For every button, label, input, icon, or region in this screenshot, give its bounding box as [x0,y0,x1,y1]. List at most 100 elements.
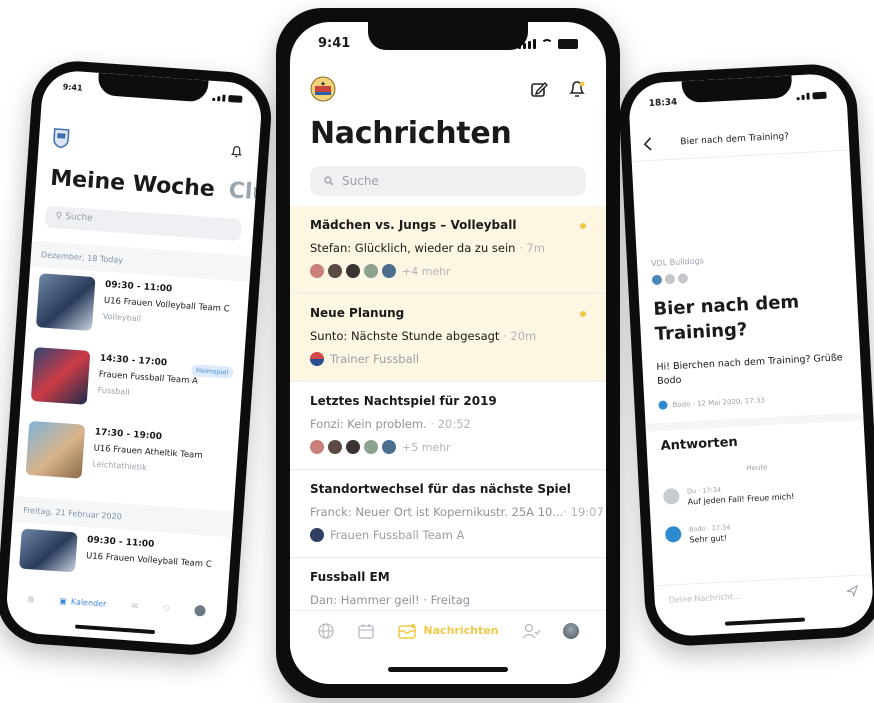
avatar [382,440,396,454]
event-name: Frauen Fussball Team A [98,369,199,387]
thread-meta: Bodo · 12 Mai 2020, 17:33 [658,395,765,410]
search-placeholder: Suche [342,174,379,188]
event-time: 17:30 - 19:00 [94,427,163,443]
message-title: Fussball EM [310,570,390,584]
messages-screen: 9:41 ◆ Nachrichten Suche Mädchen vs. Jun… [290,22,606,684]
event-item[interactable]: 17:30 - 19:00 U16 Frauen Atheltik Team L… [25,420,231,495]
participant-avatars [651,273,689,286]
search-placeholder: Suche [64,211,94,224]
event-thumbnail [30,347,91,405]
tab-messages-label: Nachrichten [423,624,499,637]
participant-avatars: +4 mehr [310,264,586,278]
thread-meta-text: Bodo · 12 Mai 2020, 17:33 [672,395,766,409]
notch [368,22,528,50]
unread-indicator [580,223,586,229]
team-avatar [310,528,324,542]
answers-heading: Antworten [660,434,739,454]
club-logo-icon[interactable]: ◆ [310,76,336,102]
message-item[interactable]: Letztes Nachtspiel für 2019 Fonzi: Kein … [290,382,606,470]
event-name: U16 Frauen Atheltik Team [93,443,203,462]
event-category: Volleyball [102,311,142,324]
status-time: 9:41 [62,82,83,93]
message-title: Mädchen vs. Jungs – Volleyball [310,218,517,232]
bell-icon[interactable] [230,144,243,159]
calendar-screen: 9:41 Meine Woche Club ⚲ Suche Dezember, … [4,69,264,647]
message-title: Neue Planung [310,306,405,320]
avatar [346,264,360,278]
tab-calendar[interactable]: ▣ Kalender [59,596,107,608]
reply-item: Bodo · 17:34 Sehr gut! [664,517,856,546]
thread-body: Hi! Bierchen nach dem Training? Grüße Bo… [656,352,843,387]
event-item[interactable]: 14:30 - 17:00 Frauen Fussball Team A Fus… [30,347,236,421]
event-thumbnail [35,273,96,331]
participant-avatars: +5 mehr [310,440,586,454]
club-logo-icon[interactable] [52,128,70,149]
calendar-icon: ▣ [59,595,68,606]
avatar [664,273,676,285]
profile-avatar[interactable] [562,622,579,639]
avatar [328,440,342,454]
event-name: U16 Frauen Volleyball Team C [85,551,212,570]
svg-text:◆: ◆ [321,81,325,87]
avatar [364,440,378,454]
message-preview: Fonzi: Kein problem. [310,417,427,431]
tab-club[interactable]: Club [228,178,264,207]
message-time: · 20m [503,329,537,343]
tab-members-icon[interactable]: ⚇ [163,603,171,612]
bell-icon[interactable] [568,79,586,99]
search-icon [324,176,334,186]
profile-avatar[interactable] [194,604,207,617]
avatar [328,264,342,278]
team-avatar [310,352,324,366]
team-name: Trainer Fussball [330,352,420,366]
tab-calendar-label: Kalender [70,596,107,609]
team-name: Frauen Fussball Team A [330,528,465,542]
event-time: 14:30 - 17:00 [99,353,168,369]
signal-icon [212,94,226,102]
event-time: 09:30 - 11:00 [86,535,155,550]
battery-icon [812,91,827,99]
battery-icon [558,38,578,49]
reply-item: Du · 17:34 Auf jeden Fall! Freue mich! [662,479,854,508]
thread-heading: Bier nach dem Training? [652,291,800,345]
message-item[interactable]: Neue Planung Sunto: Nächste Stunde abges… [290,294,606,382]
tab-globe-icon[interactable]: ◍ [27,594,35,603]
team-tag: Frauen Fussball Team A [310,528,586,542]
reply-text: Sehr gut! [689,533,728,545]
tab-members-icon[interactable] [521,622,541,640]
message-input-placeholder: Deine Nachricht... [668,591,741,605]
team-tag: Trainer Fussball [310,352,586,366]
compose-icon[interactable] [530,80,548,98]
send-icon[interactable] [846,584,859,597]
tab-messages[interactable]: Nachrichten [397,622,499,640]
notch [97,72,209,103]
avatar [310,440,324,454]
divider [645,412,864,432]
reply-avatar [662,487,680,505]
nav-bar: Bier nach dem Training? [629,116,850,162]
home-indicator [74,624,156,635]
tab-calendar-icon[interactable] [357,622,375,640]
title-row: Meine Woche Club [49,166,263,207]
home-indicator [388,667,508,672]
search-input[interactable]: Suche [310,166,586,196]
avatar [382,264,396,278]
message-item[interactable]: Standortwechsel für das nächste Spiel Fr… [290,470,606,558]
tab-bar: Nachrichten [290,610,606,650]
message-item[interactable]: Mädchen vs. Jungs – Volleyball Stefan: G… [290,206,606,294]
reply-meta: Bodo · 17:34 [688,523,731,534]
search-input[interactable]: ⚲ Suche [44,205,242,242]
event-name: U16 Frauen Volleyball Team C [103,295,230,315]
messages-icon [398,623,417,639]
wifi-icon [541,39,553,48]
phone-calendar: 9:41 Meine Woche Club ⚲ Suche Dezember, … [0,58,275,658]
tab-messages-icon[interactable]: ✉ [131,601,138,610]
event-item[interactable]: 09:30 - 11:00 U16 Frauen Volleyball Team… [35,273,241,347]
event-thumbnail [25,420,86,479]
event-thumbnail [19,528,78,573]
tab-globe-icon[interactable] [317,622,335,640]
message-input[interactable]: Deine Nachricht... [653,573,874,616]
message-time: · 19:07 [563,505,604,519]
more-participants: +4 mehr [402,264,451,278]
event-category: Fussball [97,385,130,397]
